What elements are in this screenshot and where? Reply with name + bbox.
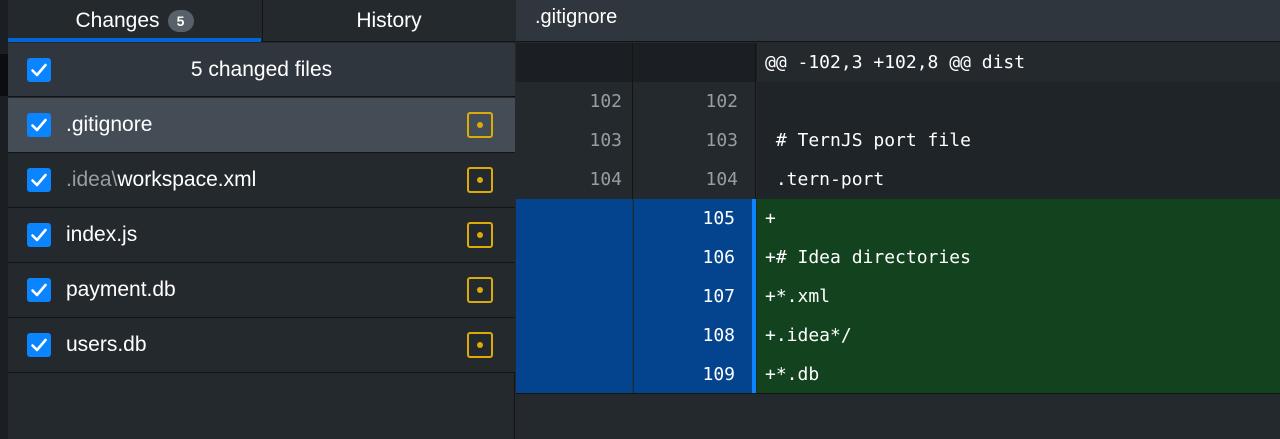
checkmark-icon: [31, 338, 47, 352]
new-line-number: 107: [634, 277, 756, 316]
file-row[interactable]: index.js: [8, 208, 515, 263]
diff-header: .gitignore: [516, 0, 1280, 42]
new-line-number: [634, 43, 756, 82]
file-checkbox[interactable]: [27, 168, 51, 192]
diff-line-text: @@ -102,3 +102,8 @@ dist: [757, 43, 1280, 82]
old-line-number: [516, 238, 633, 277]
file-row[interactable]: .idea\workspace.xml: [8, 153, 515, 208]
file-row[interactable]: .gitignore: [8, 98, 515, 153]
github-desktop-window: Changes 5 History 5 changed files .gitig…: [0, 0, 1280, 439]
tab-changes-active-indicator: [8, 38, 261, 42]
file-name: workspace.xml: [117, 168, 257, 191]
diff-line-text: [757, 82, 1280, 121]
file-modified-dot: [477, 342, 483, 348]
new-line-number: 105: [634, 199, 756, 238]
file-checkbox[interactable]: [27, 333, 51, 357]
left-edge-notch: [0, 54, 8, 96]
diff-line-added[interactable]: 106 +# Idea directories: [516, 238, 1280, 277]
new-line-number: 104: [634, 160, 756, 199]
file-directory: .idea: [66, 168, 112, 191]
diff-line-added[interactable]: 107 +*.xml: [516, 277, 1280, 316]
changed-files-count: 5 changed files: [190, 58, 333, 81]
file-path: .gitignore: [66, 98, 152, 152]
file-name: .gitignore: [66, 113, 153, 136]
changed-files-header: 5 changed files: [8, 43, 515, 97]
file-name: index.js: [66, 223, 138, 246]
new-line-number: 108: [634, 316, 756, 355]
diff-line-text: +# Idea directories: [757, 238, 1280, 277]
file-name: users.db: [66, 333, 147, 356]
old-line-number: [516, 199, 633, 238]
changes-count-badge: 5: [167, 10, 194, 32]
diff-line-context[interactable]: 103 103 # TernJS port file: [516, 121, 1280, 160]
file-modified-icon: [467, 112, 493, 138]
file-path: users.db: [66, 318, 147, 372]
file-path: .idea\workspace.xml: [66, 153, 256, 207]
diff-file-path: .gitignore: [535, 6, 618, 28]
diff-line-added[interactable]: 105 +: [516, 199, 1280, 238]
file-modified-dot: [477, 177, 483, 183]
diff-line-text: +: [757, 199, 1280, 238]
old-line-number: [516, 43, 633, 82]
new-line-number: 103: [634, 121, 756, 160]
old-line-number: 104: [516, 160, 633, 199]
checkmark-icon: [31, 228, 47, 242]
diff-hunk-header[interactable]: @@ -102,3 +102,8 @@ dist: [516, 43, 1280, 82]
file-path: payment.db: [66, 263, 176, 317]
sidebar-tabs: Changes 5 History: [8, 0, 515, 42]
old-line-number: 102: [516, 82, 633, 121]
file-modified-dot: [477, 287, 483, 293]
file-checkbox[interactable]: [27, 278, 51, 302]
file-checkbox[interactable]: [27, 113, 51, 137]
file-modified-icon: [467, 332, 493, 358]
file-checkbox[interactable]: [27, 223, 51, 247]
old-line-number: 103: [516, 121, 633, 160]
new-line-number: 106: [634, 238, 756, 277]
diff-line-text: .tern-port: [757, 160, 1280, 199]
old-line-number: [516, 316, 633, 355]
diff-line-text: +*.db: [757, 355, 1280, 394]
file-modified-icon: [467, 222, 493, 248]
file-modified-dot: [477, 122, 483, 128]
file-modified-icon: [467, 277, 493, 303]
new-line-number: 102: [634, 82, 756, 121]
checkmark-icon: [31, 283, 47, 297]
old-line-number: [516, 277, 633, 316]
tab-changes-label: Changes: [75, 9, 160, 32]
diff-line-text: +.idea*/: [757, 316, 1280, 355]
file-name: payment.db: [66, 278, 176, 301]
file-row[interactable]: users.db: [8, 318, 515, 373]
diff-empty-area: [516, 393, 1280, 439]
file-modified-dot: [477, 232, 483, 238]
diff-line-context[interactable]: 104 104 .tern-port: [516, 160, 1280, 199]
file-path: index.js: [66, 208, 137, 262]
tab-history[interactable]: History: [262, 0, 515, 42]
diff-line-added[interactable]: 109 +*.db: [516, 355, 1280, 394]
old-line-number: [516, 355, 633, 394]
diff-line-context[interactable]: 102 102: [516, 82, 1280, 121]
diff-line-text: # TernJS port file: [757, 121, 1280, 160]
checkmark-icon: [31, 173, 47, 187]
diff-pane: .gitignore @@ -102,3 +102,8 @@ dist 102 10…: [516, 0, 1280, 439]
diff-line-added[interactable]: 108 +.idea*/: [516, 316, 1280, 355]
changes-sidebar: Changes 5 History 5 changed files .gitig…: [8, 0, 515, 439]
tab-changes[interactable]: Changes 5: [8, 0, 261, 42]
checkmark-icon: [31, 118, 47, 132]
file-row[interactable]: payment.db: [8, 263, 515, 318]
tab-history-label: History: [356, 9, 422, 32]
left-edge-strip: [0, 0, 8, 439]
new-line-number: 109: [634, 355, 756, 394]
diff-line-text: +*.xml: [757, 277, 1280, 316]
file-modified-icon: [467, 167, 493, 193]
